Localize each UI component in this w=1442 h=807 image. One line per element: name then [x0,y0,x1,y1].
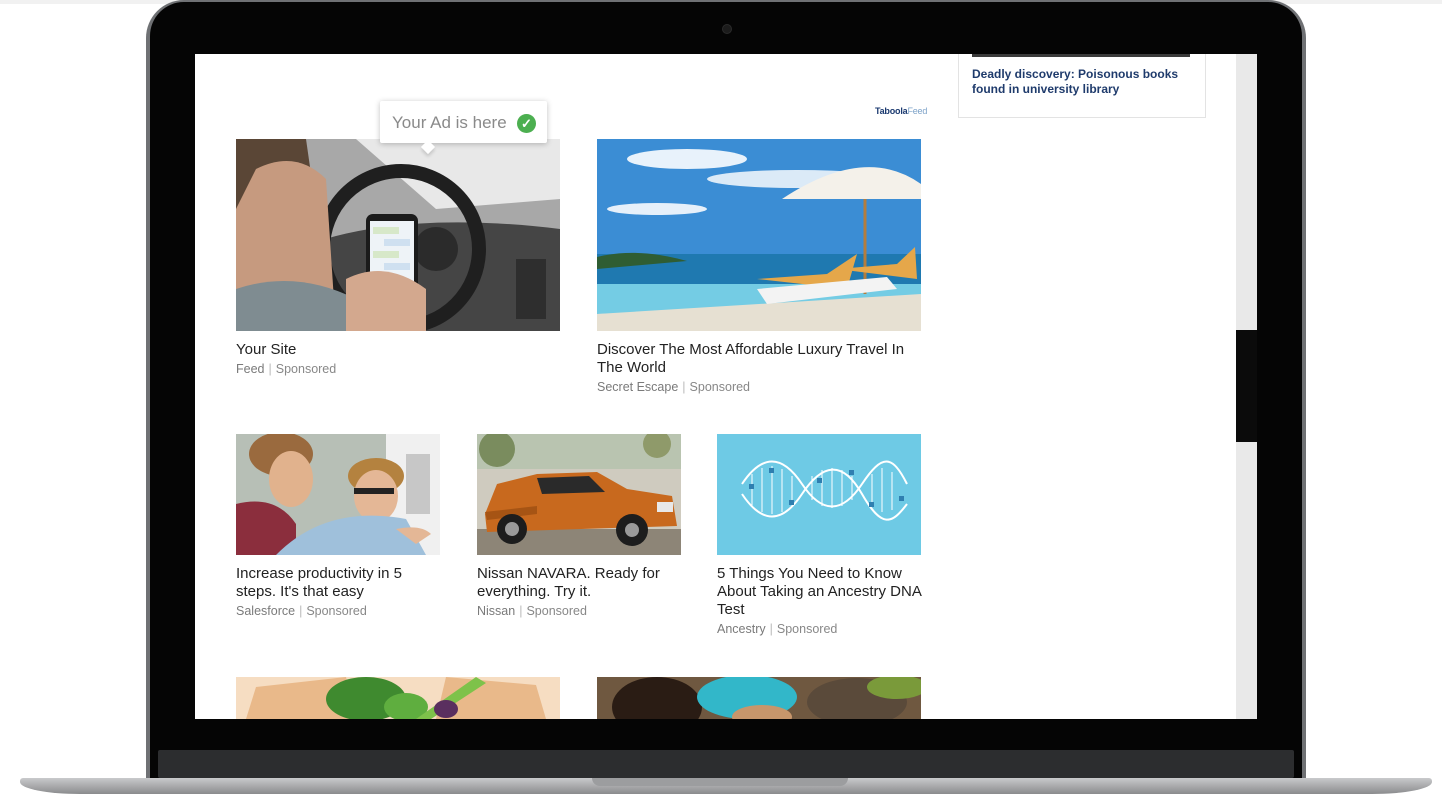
feed-card-nissan[interactable]: Nissan NAVARA. Ready for everything. Try… [477,434,681,634]
sidebar-article-card[interactable]: Deadly discovery: Poisonous books found … [958,54,1206,118]
sponsored-label: Sponsored [275,362,337,376]
feed-card-secret-escape[interactable]: Discover The Most Affordable Luxury Trav… [597,139,921,399]
card-title[interactable]: Nissan NAVARA. Ready for everything. Try… [477,565,681,601]
sponsored-label: Sponsored [689,380,751,394]
meta-separator: | [268,362,272,376]
brand-name: Taboola [875,106,908,116]
card-meta: Feed | Sponsored [236,362,336,376]
card-source[interactable]: Secret Escape [597,380,678,394]
card-source[interactable]: Ancestry [717,622,766,636]
card-title[interactable]: Your Site [236,341,560,359]
scrollbar-thumb[interactable] [1236,330,1257,442]
card-image-vegetables[interactable] [236,677,560,719]
sidebar-article-headline[interactable]: Deadly discovery: Poisonous books found … [972,67,1194,97]
card-meta: Salesforce | Sponsored [236,604,367,618]
camera-icon [722,24,732,34]
your-ad-tooltip: Your Ad is here ✓ [380,101,547,155]
card-title[interactable]: 5 Things You Need to Know About Taking a… [717,565,921,619]
tooltip-text: Your Ad is here [392,113,507,132]
card-image-office[interactable] [236,434,440,555]
sidebar-article-image [972,54,1190,57]
card-image-truck[interactable] [477,434,681,555]
card-image-driver[interactable] [236,139,560,331]
feed-card-your-site[interactable]: Your Site Feed | Sponsored [236,139,560,379]
laptop-base-notch [592,778,848,786]
card-meta: Ancestry | Sponsored [717,622,837,636]
card-title[interactable]: Increase productivity in 5 steps. It's t… [236,565,440,601]
card-source[interactable]: Nissan [477,604,515,618]
sponsored-label: Sponsored [306,604,367,618]
card-source[interactable]: Salesforce [236,604,295,618]
meta-separator: | [299,604,303,618]
card-image-festival[interactable] [597,677,921,719]
laptop-bottom-bezel [158,750,1294,778]
checkmark-icon: ✓ [517,114,536,133]
card-image-dna[interactable] [717,434,921,555]
meta-separator: | [519,604,523,618]
feed-card-festival[interactable] [597,677,921,719]
feed-card-salesforce[interactable]: Increase productivity in 5 steps. It's t… [236,434,440,634]
meta-separator: | [682,380,686,394]
meta-separator: | [769,622,773,636]
card-meta: Nissan | Sponsored [477,604,587,618]
sponsored-label: Sponsored [526,604,587,618]
feed-card-ancestry[interactable]: 5 Things You Need to Know About Taking a… [717,434,921,644]
brand-suffix: Feed [907,106,928,116]
laptop-screen: Deadly discovery: Poisonous books found … [195,54,1257,719]
feed-card-vegetables[interactable] [236,677,560,719]
card-meta: Secret Escape | Sponsored [597,380,750,394]
card-source[interactable]: Feed [236,362,265,376]
sponsored-label: Sponsored [776,622,838,636]
card-image-beach[interactable] [597,139,921,331]
taboola-feed-logo[interactable]: TaboolaFeed [875,106,927,116]
card-title[interactable]: Discover The Most Affordable Luxury Trav… [597,341,921,377]
